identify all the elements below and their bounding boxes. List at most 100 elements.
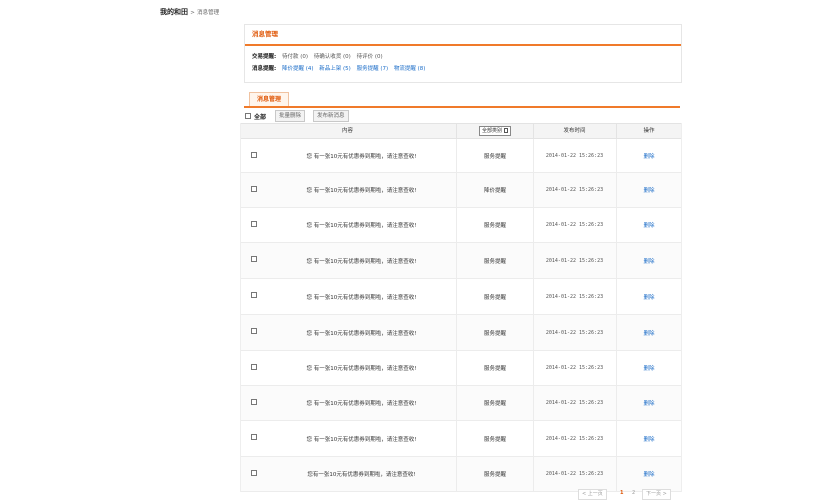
breadcrumb-home[interactable]: 我的和田 <box>160 8 188 16</box>
row-time: 2014-01-22 15:26:23 <box>533 173 617 207</box>
row-time: 2014-01-22 15:26:23 <box>533 243 617 278</box>
type-filter-select[interactable]: 全部类别 <box>478 125 511 136</box>
table-body: 您 有一张10元有优惠券到期啦，请注意查收! 服务提醒 2014-01-22 15:… <box>241 139 681 492</box>
reminder-panel: 消息管理 交易提醒: 待付款 (0) 待确认收货 (0) 待评价 (0) 消息提… <box>244 24 682 83</box>
msg-link-service[interactable]: 服务提醒 (7) <box>357 66 389 72</box>
row-time: 2014-01-22 15:26:23 <box>533 208 617 242</box>
row-delete-link[interactable]: 删除 <box>617 351 681 385</box>
row-checkbox[interactable] <box>251 256 257 262</box>
item-label: 服务提醒 <box>356 66 379 72</box>
table-row: 您 有一张10元有优惠券到期啦，请注意查收! 服务提醒 2014-01-22 15:… <box>241 139 681 173</box>
tab-message-management[interactable]: 消息管理 <box>249 92 289 106</box>
row-content: 您有一张10元有优惠券到期啦，请注意查收! <box>307 472 416 478</box>
trade-item-unreceived[interactable]: 待确认收货 (0) <box>314 54 351 60</box>
row-type: 服务提醒 <box>456 351 534 385</box>
row-checkbox-cell <box>241 139 267 172</box>
item-count: (5) <box>343 66 351 72</box>
row-checkbox-cell <box>241 386 267 420</box>
table-row: 您有一张10元有优惠券到期啦，请注意查收! 服务提醒 2014-01-22 15:2… <box>241 457 681 492</box>
row-time: 2014-01-22 15:26:23 <box>533 351 617 385</box>
row-checkbox-cell <box>241 315 267 350</box>
prev-page-button[interactable]: < 上一页 <box>578 489 607 500</box>
table-row: 您 有一张10元有优惠券到期啦，请注意查收! 服务提醒 2014-01-22 15:… <box>241 386 681 421</box>
batch-delete-button[interactable]: 批量删除 <box>275 110 306 122</box>
table-row: 您 有一张10元有优惠券到期啦，请注意查收! 降价提醒 2014-01-22 15:… <box>241 173 681 208</box>
select-all-checkbox[interactable] <box>245 113 251 119</box>
row-checkbox[interactable] <box>251 434 257 440</box>
row-time: 2014-01-22 15:26:23 <box>533 457 617 491</box>
row-type: 服务提醒 <box>456 386 534 420</box>
row-type: 服务提醒 <box>456 243 534 278</box>
row-checkbox[interactable] <box>251 364 257 370</box>
panel-title: 消息管理 <box>245 25 681 46</box>
header-type: 全部类别 <box>456 124 534 138</box>
row-checkbox[interactable] <box>251 470 257 476</box>
item-count: (0) <box>374 54 383 60</box>
message-reminder-row: 消息提醒: 降价提醒 (4) 新品上架 (5) 服务提醒 (7) 物流提醒 (8… <box>252 64 425 72</box>
row-delete-link[interactable]: 删除 <box>617 279 681 314</box>
row-content: 您 有一张10元有优惠券到期啦，请注意查收! <box>306 401 417 407</box>
row-time: 2014-01-22 15:26:23 <box>533 386 617 420</box>
table-row: 您 有一张10元有优惠券到期啦，请注意查收! 服务提醒 2014-01-22 15:… <box>241 421 681 457</box>
row-checkbox-cell <box>241 421 267 456</box>
row-checkbox[interactable] <box>251 292 257 298</box>
table-row: 您 有一张10元有优惠券到期啦，请注意查收! 服务提醒 2014-01-22 15:… <box>241 315 681 351</box>
item-count: (0) <box>343 54 351 60</box>
row-checkbox[interactable] <box>251 152 257 158</box>
row-checkbox-cell <box>241 243 267 278</box>
row-delete-link[interactable]: 删除 <box>617 243 681 278</box>
row-content: 您 有一张10元有优惠券到期啦，请注意查收! <box>306 258 417 265</box>
header-content: 内容 <box>341 128 353 134</box>
row-delete-link[interactable]: 删除 <box>617 208 681 242</box>
item-count: (4) <box>305 66 314 72</box>
row-checkbox[interactable] <box>251 399 257 405</box>
next-page-button[interactable]: 下一页 > <box>642 489 671 500</box>
msg-link-new-arrival[interactable]: 新品上架 (5) <box>319 66 351 72</box>
row-time: 2014-01-22 15:26:23 <box>533 279 617 314</box>
row-content: 您 有一张10元有优惠券到期啦，请注意查收! <box>306 366 417 372</box>
msg-link-price-drop[interactable]: 降价提醒 (4) <box>282 66 314 72</box>
row-type: 服务提醒 <box>456 279 534 314</box>
row-type: 服务提醒 <box>456 315 534 350</box>
item-label: 物流提醒 <box>393 66 416 72</box>
row-checkbox-cell <box>241 457 267 491</box>
row-time: 2014-01-22 15:26:23 <box>533 139 617 172</box>
publish-message-button[interactable]: 发布新消息 <box>313 110 349 122</box>
row-checkbox[interactable] <box>251 186 257 192</box>
table-header: 内容 全部类别 发布时间 操作 <box>241 123 681 139</box>
row-checkbox[interactable] <box>251 328 257 334</box>
row-content: 您 有一张10元有优惠券到期啦，请注意查收! <box>306 188 417 194</box>
row-checkbox-cell <box>241 279 267 314</box>
dropdown-arrow-icon <box>504 127 508 133</box>
row-checkbox[interactable] <box>251 221 257 227</box>
item-label: 待付款 <box>281 54 299 60</box>
table-row: 您 有一张10元有优惠券到期啦，请注意查收! 服务提醒 2014-01-22 15:… <box>241 351 681 386</box>
row-delete-link[interactable]: 删除 <box>617 457 681 491</box>
row-type: 服务提醒 <box>456 457 534 491</box>
row-content: 您 有一张10元有优惠券到期啦，请注意查收! <box>306 223 417 229</box>
row-content: 您 有一张10元有优惠券到期啦，请注意查收! <box>306 294 417 301</box>
row-delete-link[interactable]: 删除 <box>617 421 681 456</box>
row-type: 降价提醒 <box>456 173 534 207</box>
header-op: 操作 <box>643 128 655 134</box>
row-delete-link[interactable]: 删除 <box>617 386 681 420</box>
row-delete-link[interactable]: 删除 <box>617 139 681 172</box>
row-delete-link[interactable]: 删除 <box>617 173 681 207</box>
message-reminder-label: 消息提醒: <box>252 66 277 72</box>
table-row: 您 有一张10元有优惠券到期啦，请注意查收! 服务提醒 2014-01-22 15:… <box>241 243 681 279</box>
trade-item-unrated[interactable]: 待评价 (0) <box>357 54 383 60</box>
row-delete-link[interactable]: 删除 <box>617 315 681 350</box>
row-checkbox-cell <box>241 208 267 242</box>
row-checkbox-cell <box>241 173 267 207</box>
table-row: 您 有一张10元有优惠券到期啦，请注意查收! 服务提醒 2014-01-22 15:… <box>241 208 681 243</box>
item-label: 新品上架 <box>319 66 342 72</box>
trade-item-unpaid[interactable]: 待付款 (0) <box>282 54 308 60</box>
item-label: 待确认收货 <box>313 54 342 60</box>
msg-link-logistics[interactable]: 物流提醒 (8) <box>394 66 426 72</box>
toolbar: 全部 批量删除 发布新消息 <box>244 110 680 122</box>
header-time: 发布时间 <box>533 124 617 138</box>
item-label: 降价提醒 <box>281 66 304 72</box>
item-count: (7) <box>380 66 389 72</box>
select-all-label: 全部 <box>254 114 267 121</box>
breadcrumb-current: 消息管理 <box>197 10 220 16</box>
